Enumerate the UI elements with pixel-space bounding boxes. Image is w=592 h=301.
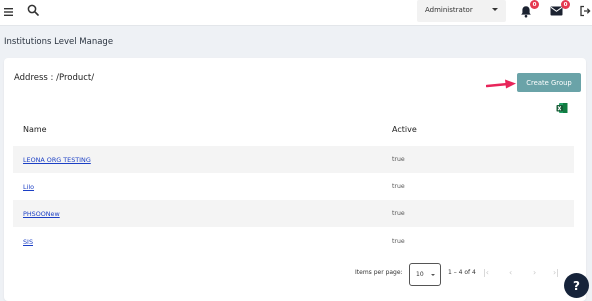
- help-button[interactable]: ?: [564, 273, 589, 298]
- first-page-icon[interactable]: |‹: [483, 268, 489, 277]
- row-active-value: true: [392, 183, 405, 190]
- previous-page-icon[interactable]: ‹: [509, 268, 512, 277]
- column-header-name[interactable]: Name: [23, 125, 47, 134]
- items-per-page-label: Items per page:: [355, 269, 403, 276]
- messages-badge: 0: [561, 0, 570, 9]
- table-row: PHSOONew true: [13, 200, 574, 227]
- row-active-value: true: [392, 156, 405, 163]
- top-bar: Administrator 0 0: [0, 0, 592, 26]
- next-page-icon[interactable]: ›: [533, 268, 536, 277]
- table-row: Lilo true: [13, 173, 574, 200]
- table-row: SIS true: [13, 228, 574, 255]
- column-header-active[interactable]: Active: [392, 125, 417, 134]
- row-name-link[interactable]: Lilo: [23, 183, 34, 191]
- role-select-value: Administrator: [425, 6, 473, 14]
- create-group-button[interactable]: Create Group: [517, 73, 581, 92]
- notifications-badge: 0: [530, 0, 539, 9]
- page-size-value: 10: [416, 271, 424, 278]
- last-page-icon[interactable]: ›|: [553, 268, 559, 277]
- pointer-arrow-icon: [486, 79, 516, 89]
- table-row: LEONA ORG TESTING true: [13, 146, 574, 173]
- excel-icon[interactable]: [556, 99, 568, 113]
- row-active-value: true: [392, 238, 405, 245]
- page-range-label: 1 – 4 of 4: [448, 269, 476, 276]
- row-active-value: true: [392, 210, 405, 217]
- chevron-down-icon: [492, 8, 498, 11]
- row-name-link[interactable]: PHSOONew: [23, 210, 60, 218]
- address-label: Address : /Product/: [14, 73, 95, 83]
- row-name-link[interactable]: SIS: [23, 238, 33, 246]
- page-title: Institutions Level Manage: [4, 37, 114, 47]
- hamburger-icon[interactable]: [3, 7, 13, 17]
- chevron-down-icon: [431, 274, 435, 276]
- logout-icon[interactable]: [578, 4, 591, 17]
- role-select[interactable]: Administrator: [417, 0, 506, 22]
- row-name-link[interactable]: LEONA ORG TESTING: [23, 156, 91, 164]
- help-icon: ?: [573, 278, 580, 293]
- content-card: Address : /Product/ Create Group Name Ac…: [4, 58, 586, 301]
- search-icon[interactable]: [26, 3, 40, 17]
- page-size-select[interactable]: 10: [409, 263, 441, 286]
